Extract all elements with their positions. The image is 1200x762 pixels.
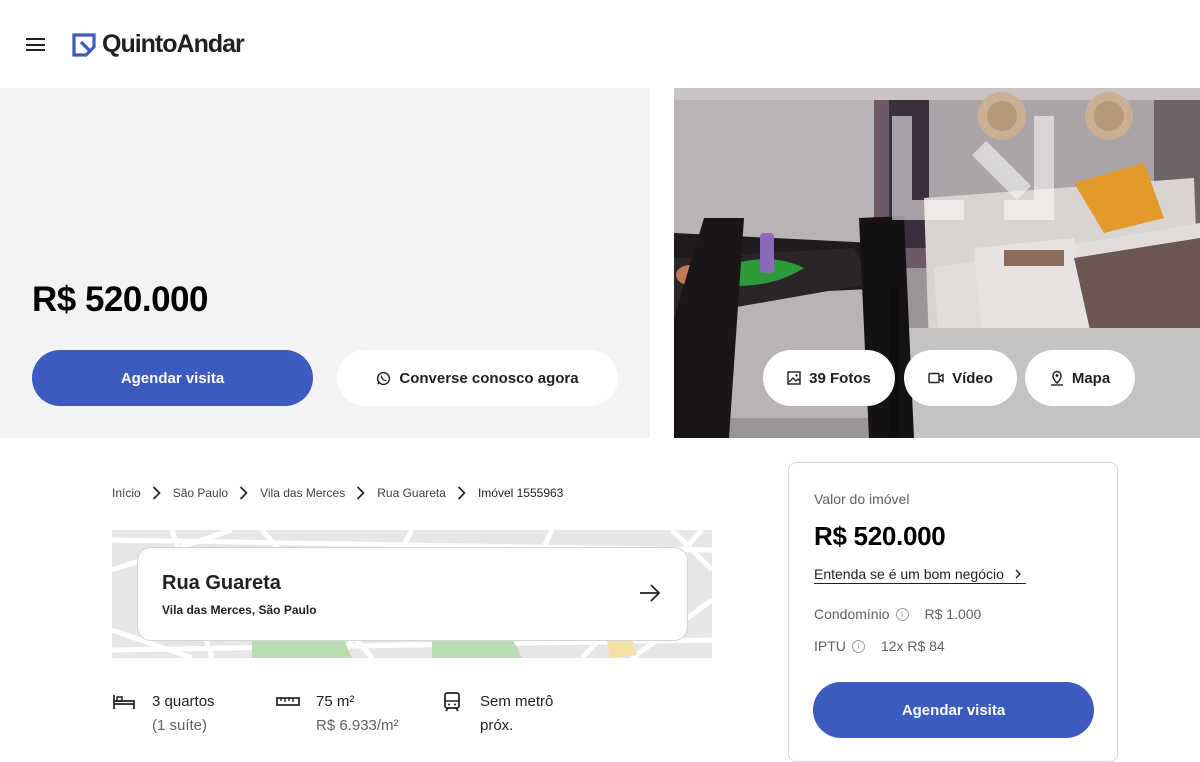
price-per-sqm: R$ 6.933/m² bbox=[316, 717, 399, 734]
map-button[interactable]: Mapa bbox=[1025, 350, 1135, 406]
suites-count: (1 suíte) bbox=[152, 717, 208, 734]
quintoandar-logo-icon bbox=[72, 32, 96, 57]
breadcrumb-item-inicio[interactable]: Início bbox=[112, 486, 141, 500]
price-summary-card: Valor do imóvel R$ 520.000 Entenda se é … bbox=[788, 462, 1118, 762]
side-schedule-visit-button[interactable]: Agendar visita bbox=[813, 682, 1094, 738]
metro-status-suffix: próx. bbox=[480, 717, 514, 734]
map-button-label: Mapa bbox=[1071, 369, 1111, 387]
video-button-label: Vídeo bbox=[952, 369, 993, 387]
top-header: QuintoAndar bbox=[0, 0, 1200, 88]
logo[interactable]: QuintoAndar bbox=[72, 30, 245, 59]
property-value-price: R$ 520.000 bbox=[814, 521, 946, 551]
bed-icon bbox=[113, 695, 135, 709]
whatsapp-chat-button[interactable]: Converse conosco agora bbox=[337, 350, 618, 406]
whatsapp-button-label: Converse conosco agora bbox=[399, 369, 579, 387]
breadcrumb: Início São Paulo Vila das Merces Rua Gua… bbox=[112, 486, 563, 500]
feature-area: 75 m² R$ 6.933/m² bbox=[276, 690, 399, 738]
map-pin-icon bbox=[1050, 370, 1063, 386]
info-icon[interactable]: i bbox=[851, 639, 865, 653]
good-deal-link[interactable]: Entenda se é um bom negócio bbox=[814, 566, 1026, 584]
train-icon bbox=[444, 692, 460, 712]
breadcrumb-item-neighborhood[interactable]: Vila das Merces bbox=[260, 486, 345, 500]
schedule-visit-button[interactable]: Agendar visita bbox=[32, 350, 313, 406]
feature-bedrooms: 3 quartos (1 suíte) bbox=[112, 690, 215, 738]
chevron-right-icon bbox=[152, 486, 161, 500]
hero-price-panel: R$ 520.000 Agendar visita Converse conos… bbox=[0, 88, 650, 438]
chevron-right-icon bbox=[357, 486, 365, 500]
address-district: Vila das Merces, São Paulo bbox=[162, 603, 317, 617]
video-button[interactable]: Vídeo bbox=[904, 350, 1017, 406]
property-value-label: Valor do imóvel bbox=[814, 491, 910, 507]
photos-button[interactable]: 39 Fotos bbox=[763, 350, 895, 406]
logo-text: QuintoAndar bbox=[102, 30, 245, 58]
chevron-right-icon bbox=[240, 486, 248, 500]
chevron-right-icon bbox=[1015, 569, 1021, 579]
hamburger-menu-icon[interactable] bbox=[26, 38, 46, 52]
hero-price: R$ 520.000 bbox=[32, 280, 208, 319]
ruler-icon bbox=[276, 697, 300, 706]
feature-metro: Sem metrô próx. bbox=[440, 690, 553, 738]
breadcrumb-item-city[interactable]: São Paulo bbox=[173, 486, 228, 500]
address-street: Rua Guareta bbox=[162, 572, 281, 594]
image-icon bbox=[787, 371, 801, 385]
good-deal-link-label: Entenda se é um bom negócio bbox=[814, 566, 1004, 582]
property-photo[interactable]: 39 Fotos Vídeo Mapa bbox=[674, 88, 1200, 438]
photos-button-label: 39 Fotos bbox=[809, 369, 871, 387]
whatsapp-icon bbox=[377, 371, 391, 385]
breadcrumb-item-street[interactable]: Rua Guareta bbox=[377, 486, 446, 500]
chevron-right-icon bbox=[457, 486, 466, 500]
iptu-value: 12x R$ 84 bbox=[880, 638, 945, 654]
address-card[interactable]: Rua Guareta Vila das Merces, São Paulo bbox=[137, 547, 688, 641]
condominio-label: Condomínio bbox=[814, 606, 890, 622]
iptu-label: IPTU bbox=[814, 638, 846, 654]
condominio-row: Condomínio i R$ 1.000 bbox=[814, 606, 981, 622]
breadcrumb-item-current: Imóvel 1555963 bbox=[477, 486, 564, 500]
arrow-right-icon bbox=[640, 584, 661, 602]
condominio-value: R$ 1.000 bbox=[924, 606, 982, 622]
info-icon[interactable]: i bbox=[895, 607, 909, 621]
bedrooms-count: 3 quartos bbox=[152, 693, 215, 710]
video-camera-icon bbox=[928, 372, 944, 384]
metro-status: Sem metrô bbox=[480, 693, 554, 710]
iptu-row: IPTU i 12x R$ 84 bbox=[814, 638, 945, 654]
area-value: 75 m² bbox=[316, 693, 355, 710]
